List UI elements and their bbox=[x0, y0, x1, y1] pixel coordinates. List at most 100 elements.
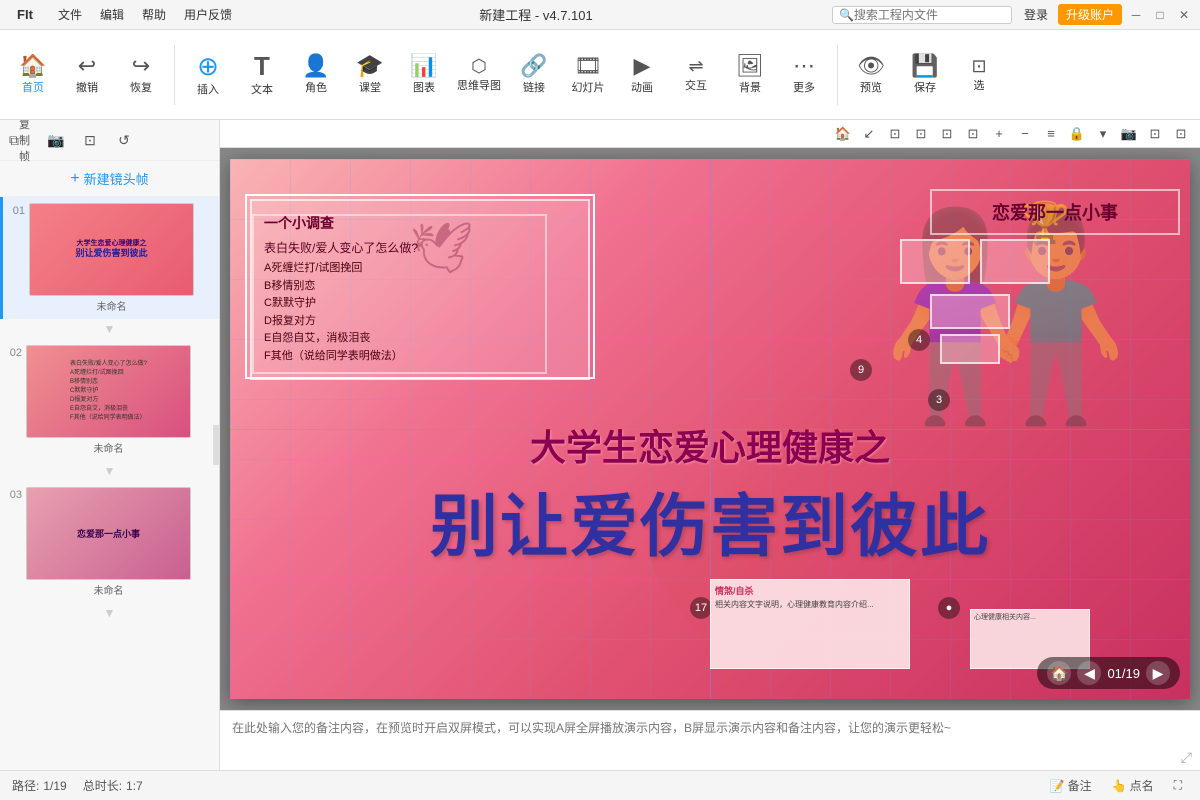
canvas-area[interactable]: ♥ 👫 🕊 🏆 一个小调查 表白失败/爱人变心了怎么做? A死缠烂打/试图挽回 … bbox=[220, 148, 1200, 710]
canvas-home-button[interactable]: 🏠 bbox=[832, 123, 854, 145]
canvas-menu-button[interactable]: ≡ bbox=[1040, 123, 1062, 145]
separator-icon-3: ▼ bbox=[104, 606, 116, 620]
toolbar-animation[interactable]: ▶ 动画 bbox=[617, 51, 667, 99]
collapse-sidebar-button[interactable]: ‹ bbox=[213, 425, 220, 465]
toolbar-class-label: 课堂 bbox=[359, 79, 381, 95]
toolbar-link[interactable]: 🔗 链接 bbox=[509, 51, 559, 99]
camera-icon: 📷 bbox=[47, 132, 64, 149]
pointer-button[interactable]: 👆 点名 bbox=[1106, 775, 1160, 796]
canvas-arrow-button[interactable]: ↙ bbox=[858, 123, 880, 145]
main-toolbar: 🏠 首页 ↩ 撤销 ↪ 恢复 ⊕ 插入 T 文本 👤 角色 🎓 课堂 📊 图表 … bbox=[0, 30, 1200, 120]
rotate-button[interactable]: ↺ bbox=[110, 126, 138, 154]
toolbar-more-label: 更多 bbox=[793, 79, 815, 95]
canvas-frame4-button[interactable]: ⊡ bbox=[962, 123, 984, 145]
menu-help[interactable]: 帮助 bbox=[134, 4, 174, 25]
survey-title: 一个小调查 bbox=[264, 213, 576, 233]
canvas-grid-button[interactable]: ⊡ bbox=[1144, 123, 1166, 145]
slide-item-3[interactable]: 03 恋爱那一点小事 未命名 bbox=[0, 481, 219, 603]
app-logo: FIt bbox=[0, 7, 50, 22]
slide-canvas[interactable]: ♥ 👫 🕊 🏆 一个小调查 表白失败/爱人变心了怎么做? A死缠烂打/试图挽回 … bbox=[230, 159, 1190, 699]
upgrade-button[interactable]: 升级账户 bbox=[1058, 4, 1122, 25]
titlebar: FIt 文件 编辑 帮助 用户反馈 新建工程 - v4.7.101 🔍 登录 升… bbox=[0, 0, 1200, 30]
annotation-button[interactable]: 📝 备注 bbox=[1044, 775, 1098, 796]
canvas-lock-button[interactable]: 🔒 bbox=[1066, 123, 1088, 145]
info-box-3 bbox=[930, 294, 1010, 329]
toolbar-save-label: 保存 bbox=[914, 79, 936, 95]
menu-file[interactable]: 文件 bbox=[50, 4, 90, 25]
canvas-export-button[interactable]: ⊡ bbox=[1170, 123, 1192, 145]
search-input[interactable] bbox=[854, 8, 994, 22]
slide-item-2[interactable]: 02 表白失败/爱人变心了怎么做? A死缠烂打/试图挽回 B移情别恋 C默默守护… bbox=[0, 339, 219, 461]
canvas-frame1-button[interactable]: ⊡ bbox=[884, 123, 906, 145]
mindmap-icon: ⬡ bbox=[471, 57, 487, 75]
close-button[interactable]: ✕ bbox=[1174, 5, 1194, 25]
animation-icon: ▶ bbox=[634, 55, 651, 77]
toolbar-insert-label: 插入 bbox=[197, 81, 219, 97]
info-box-1 bbox=[900, 239, 970, 284]
toolbar-background[interactable]: 🖼 背景 bbox=[725, 51, 775, 99]
slide-item-1[interactable]: 01 大学生恋爱心理健康之 别让爱伤害到彼此 未命名 bbox=[0, 197, 219, 319]
slide-num-2: 02 bbox=[4, 345, 22, 359]
titlebar-right: 登录 升级账户 ─ □ ✕ bbox=[1012, 4, 1200, 25]
toolbar-home[interactable]: 🏠 首页 bbox=[8, 51, 58, 99]
separator-icon-1: ▼ bbox=[104, 322, 116, 336]
canvas-frame2-button[interactable]: ⊡ bbox=[910, 123, 932, 145]
canvas-frame3-button[interactable]: ⊡ bbox=[936, 123, 958, 145]
minimize-button[interactable]: ─ bbox=[1126, 5, 1146, 25]
menu-edit[interactable]: 编辑 bbox=[92, 4, 132, 25]
toolbar-animation-label: 动画 bbox=[631, 79, 653, 95]
canvas-zoom-in-button[interactable]: + bbox=[988, 123, 1010, 145]
toolbar-save[interactable]: 💾 保存 bbox=[900, 51, 950, 99]
restore-button[interactable]: □ bbox=[1150, 5, 1170, 25]
toolbar-chart[interactable]: 📊 图表 bbox=[399, 51, 449, 99]
search-box[interactable]: 🔍 bbox=[832, 6, 1012, 24]
canvas-dropdown-button[interactable]: ▾ bbox=[1092, 123, 1114, 145]
canvas-zoom-out-button[interactable]: − bbox=[1014, 123, 1036, 145]
notes-expand-button[interactable]: ⤢ bbox=[1181, 749, 1192, 766]
camera-button[interactable]: 📷 bbox=[42, 126, 70, 154]
pointer-label: 点名 bbox=[1130, 777, 1154, 794]
slide-nav-home-button[interactable]: 🏠 bbox=[1047, 661, 1071, 685]
main-title-line2: 别让爱伤害到彼此 bbox=[290, 471, 1130, 570]
slide-thumb-1: 大学生恋爱心理健康之 别让爱伤害到彼此 bbox=[29, 203, 194, 296]
crop-button[interactable]: ⊡ bbox=[76, 126, 104, 154]
save-icon: 💾 bbox=[911, 55, 938, 77]
toolbar-interact[interactable]: ⇌ 交互 bbox=[671, 53, 721, 97]
toolbar-mindmap[interactable]: ⬡ 思维导图 bbox=[453, 53, 505, 97]
text-icon: T bbox=[254, 53, 270, 79]
toolbar-redo[interactable]: ↪ 恢复 bbox=[116, 51, 166, 99]
toolbar-slideshow[interactable]: 🎞 幻灯片 bbox=[563, 51, 613, 99]
toolbar-text-label: 文本 bbox=[251, 81, 273, 97]
new-frame-label: 新建镜头帧 bbox=[84, 169, 149, 188]
toolbar-insert[interactable]: ⊕ 插入 bbox=[183, 49, 233, 101]
toolbar-preview[interactable]: 👁 预览 bbox=[846, 51, 896, 99]
toolbar-link-label: 链接 bbox=[523, 79, 545, 95]
slide-nav-prev-button[interactable]: ◀ bbox=[1077, 661, 1101, 685]
annotation-label: 备注 bbox=[1068, 777, 1092, 794]
slide-sep-1: ▼ bbox=[0, 319, 219, 339]
toolbar-undo[interactable]: ↩ 撤销 bbox=[62, 51, 112, 99]
slide-num-1: 01 bbox=[7, 203, 25, 217]
toolbar-more[interactable]: ⋯ 更多 bbox=[779, 51, 829, 99]
survey-box: 一个小调查 表白失败/爱人变心了怎么做? A死缠烂打/试图挽回 B移情别恋 C默… bbox=[250, 199, 590, 380]
slide-nav-next-button[interactable]: ▶ bbox=[1146, 661, 1170, 685]
toolbar-role[interactable]: 👤 角色 bbox=[291, 51, 341, 99]
login-button[interactable]: 登录 bbox=[1018, 4, 1054, 25]
copy-frame-label: 复制帧 bbox=[19, 120, 35, 164]
fullscreen-button[interactable]: ⛶ bbox=[1168, 776, 1188, 795]
menu-feedback[interactable]: 用户反馈 bbox=[176, 4, 240, 25]
toolbar-text[interactable]: T 文本 bbox=[237, 49, 287, 101]
new-frame-button[interactable]: + 新建镜头帧 bbox=[0, 161, 219, 197]
notes-input[interactable] bbox=[232, 719, 1188, 762]
slide-nav-counter: 01/19 bbox=[1107, 666, 1140, 681]
copy-frame-button[interactable]: ⧉ 复制帧 bbox=[8, 126, 36, 154]
home-icon: 🏠 bbox=[19, 55, 46, 77]
toolbar-select-label: 选 bbox=[974, 77, 985, 93]
toolbar-redo-label: 恢复 bbox=[130, 79, 152, 95]
toolbar-class[interactable]: 🎓 课堂 bbox=[345, 51, 395, 99]
badge-17: 17 bbox=[690, 597, 712, 619]
toolbar-select[interactable]: ⊡ 选 bbox=[954, 53, 1004, 97]
main-title-area: 大学生恋爱心理健康之 别让爱伤害到彼此 bbox=[290, 419, 1130, 570]
path-value: 1/19 bbox=[43, 779, 66, 793]
canvas-camera-button[interactable]: 📷 bbox=[1118, 123, 1140, 145]
